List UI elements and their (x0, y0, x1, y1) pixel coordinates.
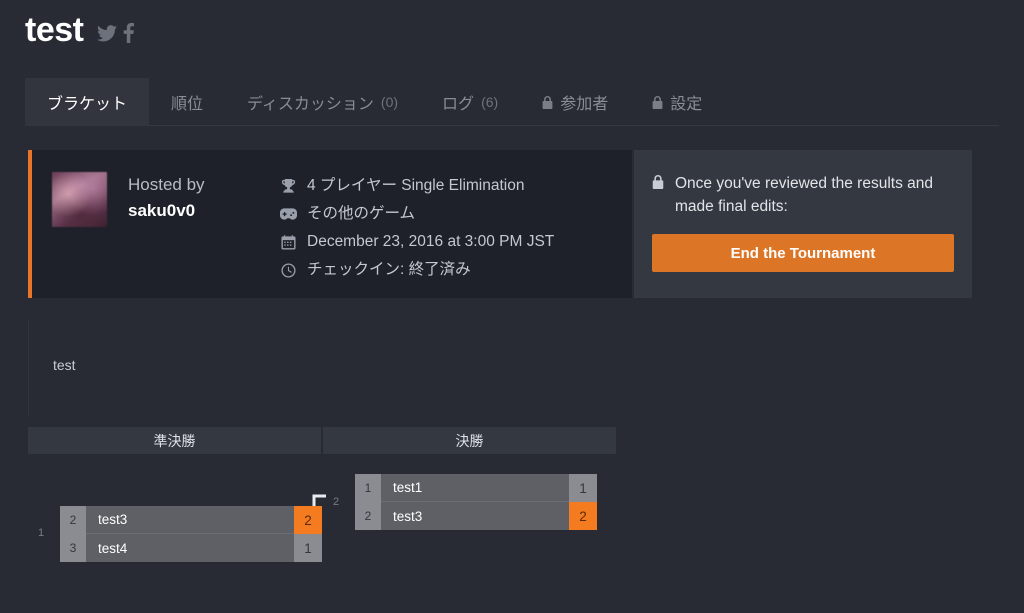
match-number: 1 (38, 527, 45, 539)
match-player-row[interactable]: 2 test3 2 (60, 506, 322, 534)
action-message: Once you've reviewed the results and mad… (675, 175, 933, 215)
tab-count: (0) (380, 94, 399, 110)
round-header-semifinal: 準決勝 (28, 427, 321, 454)
tab-discussion[interactable]: ディスカッション (0) (225, 78, 420, 126)
match-player-row[interactable]: 2 test3 2 (355, 502, 597, 530)
tab-participants[interactable]: 参加者 (520, 78, 630, 126)
page-header: test (25, 8, 135, 52)
gamepad-icon (280, 202, 297, 226)
tab-settings[interactable]: 設定 (630, 78, 724, 126)
bracket-group-name: test (53, 357, 76, 373)
social-links (97, 23, 135, 43)
twitter-icon[interactable] (97, 24, 118, 42)
player-seed: 2 (355, 502, 381, 530)
action-message-row: Once you've reviewed the results and mad… (652, 172, 954, 218)
player-score: 1 (294, 534, 322, 562)
end-tournament-button[interactable]: End the Tournament (652, 234, 954, 272)
round-header-row: 準決勝 決勝 (28, 427, 616, 454)
end-tournament-panel: Once you've reviewed the results and mad… (634, 150, 972, 298)
player-name: test3 (381, 502, 569, 530)
meta-text: その他のゲーム (307, 205, 416, 222)
match-player-row[interactable]: 1 test1 1 (355, 474, 597, 502)
meta-row: 4 プレイヤー Single Elimination (280, 174, 554, 202)
round-header-final: 決勝 (323, 427, 616, 454)
tab-log[interactable]: ログ (6) (420, 78, 520, 126)
match-number: 2 (333, 496, 340, 508)
avatar (52, 172, 107, 227)
lock-icon (652, 95, 663, 109)
tab-bracket[interactable]: ブラケット (25, 78, 150, 126)
tab-label: ディスカッション (247, 96, 374, 113)
meta-row: その他のゲーム (280, 202, 554, 230)
bracket-group: test (28, 320, 618, 415)
host-block: Hosted by saku0v0 (128, 172, 280, 298)
tab-label: ブラケット (47, 96, 128, 113)
info-panel: Hosted by saku0v0 4 プレイヤー Single Elimina… (28, 150, 632, 298)
match-player-row[interactable]: 3 test4 1 (60, 534, 322, 562)
player-seed: 3 (60, 534, 86, 562)
meta-text: 4 プレイヤー Single Elimination (307, 177, 525, 194)
player-score: 1 (569, 474, 597, 502)
facebook-icon[interactable] (123, 23, 135, 43)
lock-icon (542, 95, 553, 109)
tab-count: (6) (481, 94, 499, 110)
player-name: test1 (381, 474, 569, 502)
trophy-icon (280, 174, 297, 198)
lock-icon (652, 172, 664, 218)
tab-standings[interactable]: 順位 (149, 78, 225, 126)
tab-label: 設定 (670, 96, 703, 113)
tournament-summary: Hosted by saku0v0 4 プレイヤー Single Elimina… (28, 150, 972, 298)
tab-label: 順位 (171, 96, 204, 113)
match-1[interactable]: 2 test3 2 3 test4 1 (60, 506, 322, 562)
page-title: test (25, 11, 84, 49)
meta-text: December 23, 2016 at 3:00 PM JST (307, 233, 555, 250)
tab-label: ログ (442, 96, 475, 113)
player-seed: 1 (355, 474, 381, 502)
host-name[interactable]: saku0v0 (128, 198, 280, 224)
tournament-meta: 4 プレイヤー Single Elimination その他のゲーム Decem… (280, 172, 554, 298)
meta-row: December 23, 2016 at 3:00 PM JST (280, 230, 554, 258)
tab-bar: ブラケット 順位 ディスカッション (0) ログ (6) 参加者 設定 (25, 78, 999, 126)
tournament-page: test ブラケット 順位 ディスカッション (0) ログ (6) 参加者 設定… (0, 0, 1024, 613)
hosted-by-label: Hosted by (128, 175, 205, 194)
player-name: test4 (86, 534, 294, 562)
calendar-icon (280, 230, 297, 254)
player-score: 2 (294, 506, 322, 534)
player-name: test3 (86, 506, 294, 534)
player-score: 2 (569, 502, 597, 530)
match-2[interactable]: 1 test1 1 2 test3 2 (355, 474, 597, 530)
meta-row: チェックイン: 終了済み (280, 258, 554, 286)
clock-icon (280, 258, 297, 282)
tab-label: 参加者 (560, 96, 609, 113)
meta-text: チェックイン: 終了済み (307, 261, 471, 278)
player-seed: 2 (60, 506, 86, 534)
